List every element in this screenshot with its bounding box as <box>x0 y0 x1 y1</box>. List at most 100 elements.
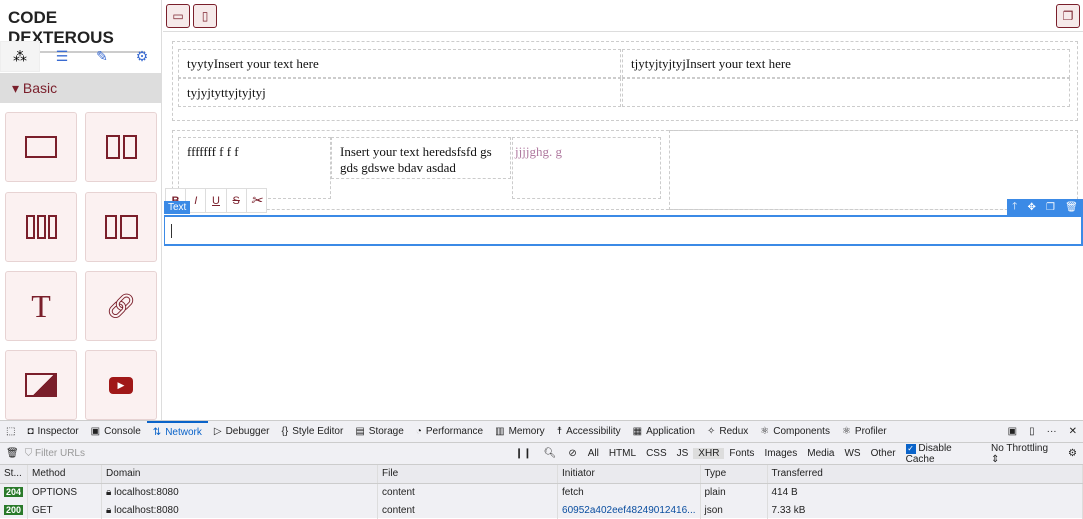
tab-storage[interactable]: ▤ Storage <box>349 421 409 443</box>
tab-performance[interactable]: ◔ Performance <box>410 421 489 443</box>
link-icon: 🔗︎ <box>105 292 137 320</box>
col-file[interactable]: File <box>377 465 559 484</box>
settings-gear-icon[interactable]: ⚙ <box>1062 443 1083 465</box>
arrow-up-icon[interactable]: 🡑 <box>1012 199 1017 216</box>
filter-fonts[interactable]: Fonts <box>724 448 759 459</box>
tab-debugger[interactable]: ▷ Debugger <box>208 421 276 443</box>
block-text[interactable]: T <box>5 271 77 341</box>
layers-icon: ☰ <box>55 48 69 64</box>
category-label: Basic <box>22 80 58 96</box>
underline-button[interactable]: U <box>206 189 227 212</box>
filter-urls-input[interactable]: ⛉ Filter URLs <box>25 448 509 459</box>
col-type[interactable]: Type <box>700 465 768 484</box>
text-cell[interactable]: tyytyInsert your text here <box>178 49 621 78</box>
layers-tab[interactable]: ☰ <box>42 41 82 72</box>
block-one-column[interactable] <box>5 112 77 182</box>
block-two-columns[interactable] <box>85 112 157 182</box>
col-initiator[interactable]: Initiator <box>557 465 701 484</box>
tab-label: Performance <box>425 426 484 437</box>
responsive-icon[interactable]: ▯ <box>1023 421 1041 443</box>
domain-text: localhost:8080 <box>114 486 179 498</box>
col-status[interactable]: St... <box>0 465 29 484</box>
filter-all[interactable]: All <box>583 448 604 459</box>
col-transferred[interactable]: Transferred <box>767 465 1083 484</box>
unlink-button[interactable]: ✂ <box>247 189 266 212</box>
settings-tab[interactable]: ⚙ <box>122 41 162 72</box>
text-cell[interactable]: tjytyjtyjtyjInsert your text here <box>622 49 1070 78</box>
devtools-panel: ⬚ ◘ Inspector ▣ Console ⇅ Network ▷ Debu… <box>0 420 1083 519</box>
tab-label: Network <box>165 427 202 438</box>
filter-html[interactable]: HTML <box>604 448 641 459</box>
two-columns-3-7-icon <box>104 215 138 239</box>
tab-profiler[interactable]: ⚛ Profiler <box>836 421 893 443</box>
method: OPTIONS <box>27 483 103 501</box>
device-mobile-button[interactable]: ▯ <box>193 4 217 28</box>
filter-css[interactable]: CSS <box>641 448 672 459</box>
throttling-select[interactable]: No Throttling ⇕ <box>986 443 1062 465</box>
sidebar: CODE DEXTEROUS ⁂ ☰ ✎ ⚙ ▾ Basic T 🔗︎ ▶ <box>0 0 162 420</box>
method: GET <box>27 501 103 519</box>
tab-memory[interactable]: ▥ Memory <box>489 421 551 443</box>
filter-media[interactable]: Media <box>802 448 839 459</box>
initiator-link[interactable]: 60952a402eef48249012416... <box>557 501 701 519</box>
status-badge: 204 <box>4 486 24 497</box>
text-cell[interactable]: jjjjghg. g <box>512 137 661 199</box>
text-cell[interactable]: tyjyjtyttyjtyjtyj <box>178 78 621 107</box>
block-image[interactable] <box>5 350 77 420</box>
more-icon[interactable]: ··· <box>1041 421 1063 443</box>
col-domain[interactable]: Domain <box>101 465 379 484</box>
tab-components[interactable]: ⚛ Components <box>754 421 836 443</box>
tab-application[interactable]: ▦ Application <box>627 421 701 443</box>
col-method[interactable]: Method <box>27 465 103 484</box>
category-basic[interactable]: ▾ Basic <box>0 73 162 103</box>
dock-icon[interactable]: ▣ <box>1002 421 1023 443</box>
tab-network[interactable]: ⇅ Network <box>146 420 208 443</box>
copy-button[interactable]: ❐ <box>1056 4 1080 28</box>
filter-ws[interactable]: WS <box>839 448 865 459</box>
tab-label: Profiler <box>854 426 887 437</box>
block-icon[interactable]: ⊘ <box>562 443 582 465</box>
strikethrough-button[interactable]: S <box>227 189 247 212</box>
blocks-tab[interactable]: ⁂ <box>0 41 40 72</box>
tab-accessibility[interactable]: ☨ Accessibility <box>551 421 627 443</box>
desktop-icon: ▭ <box>172 9 184 23</box>
element-picker-icon[interactable]: ⬚ <box>0 421 21 443</box>
filter-placeholder: Filter URLs <box>34 448 85 459</box>
block-link[interactable]: 🔗︎ <box>85 271 157 341</box>
close-icon[interactable]: ✕ <box>1063 421 1083 443</box>
checkbox-checked-icon: ✓ <box>905 443 916 454</box>
block-three-columns[interactable] <box>5 192 77 262</box>
tab-style-editor[interactable]: {} Style Editor <box>276 421 350 443</box>
filter-other[interactable]: Other <box>866 448 901 459</box>
style-tab[interactable]: ✎ <box>82 41 122 72</box>
tab-redux[interactable]: ✧ Redux <box>701 421 754 443</box>
selected-text-element[interactable] <box>164 215 1083 246</box>
disable-cache-checkbox[interactable]: ✓ Disable Cache <box>901 443 986 465</box>
tab-label: Console <box>104 426 141 437</box>
delete-icon[interactable]: 🗑︎ <box>1065 202 1078 213</box>
text-cell[interactable]: Insert your text heredsfsfd gs gds gdswe… <box>331 137 511 179</box>
tab-inspector[interactable]: ◘ Inspector <box>21 421 84 443</box>
tab-label: Inspector <box>37 426 79 437</box>
file: content <box>377 483 559 501</box>
move-icon[interactable]: ✥ <box>1027 202 1035 213</box>
search-icon[interactable]: 🔍︎ <box>538 443 563 465</box>
tab-label: Memory <box>508 426 545 437</box>
clone-icon[interactable]: ❐ <box>1046 202 1055 213</box>
filter-js[interactable]: JS <box>672 448 694 459</box>
block-video[interactable]: ▶ <box>85 350 157 420</box>
mobile-icon: ▯ <box>201 9 209 23</box>
block-two-columns-3-7[interactable] <box>85 192 157 262</box>
table-row[interactable]: 204 OPTIONS 🔒︎ localhost:8080 content fe… <box>0 483 1083 501</box>
clear-icon[interactable]: 🗑︎ <box>0 443 25 465</box>
lock-icon: 🔒︎ <box>106 504 112 516</box>
device-desktop-button[interactable]: ▭ <box>166 4 190 28</box>
empty-cell[interactable] <box>622 78 1070 107</box>
table-row[interactable]: 200 GET 🔒︎ localhost:8080 content 60952a… <box>0 501 1083 519</box>
pause-icon[interactable]: ❙❙ <box>509 443 538 465</box>
table-header: St... Method Domain File Initiator Type … <box>0 465 1083 484</box>
blocks-icon: ⁂ <box>13 48 27 64</box>
tab-console[interactable]: ▣ Console <box>85 421 147 443</box>
filter-xhr[interactable]: XHR <box>693 448 725 459</box>
filter-images[interactable]: Images <box>759 448 802 459</box>
